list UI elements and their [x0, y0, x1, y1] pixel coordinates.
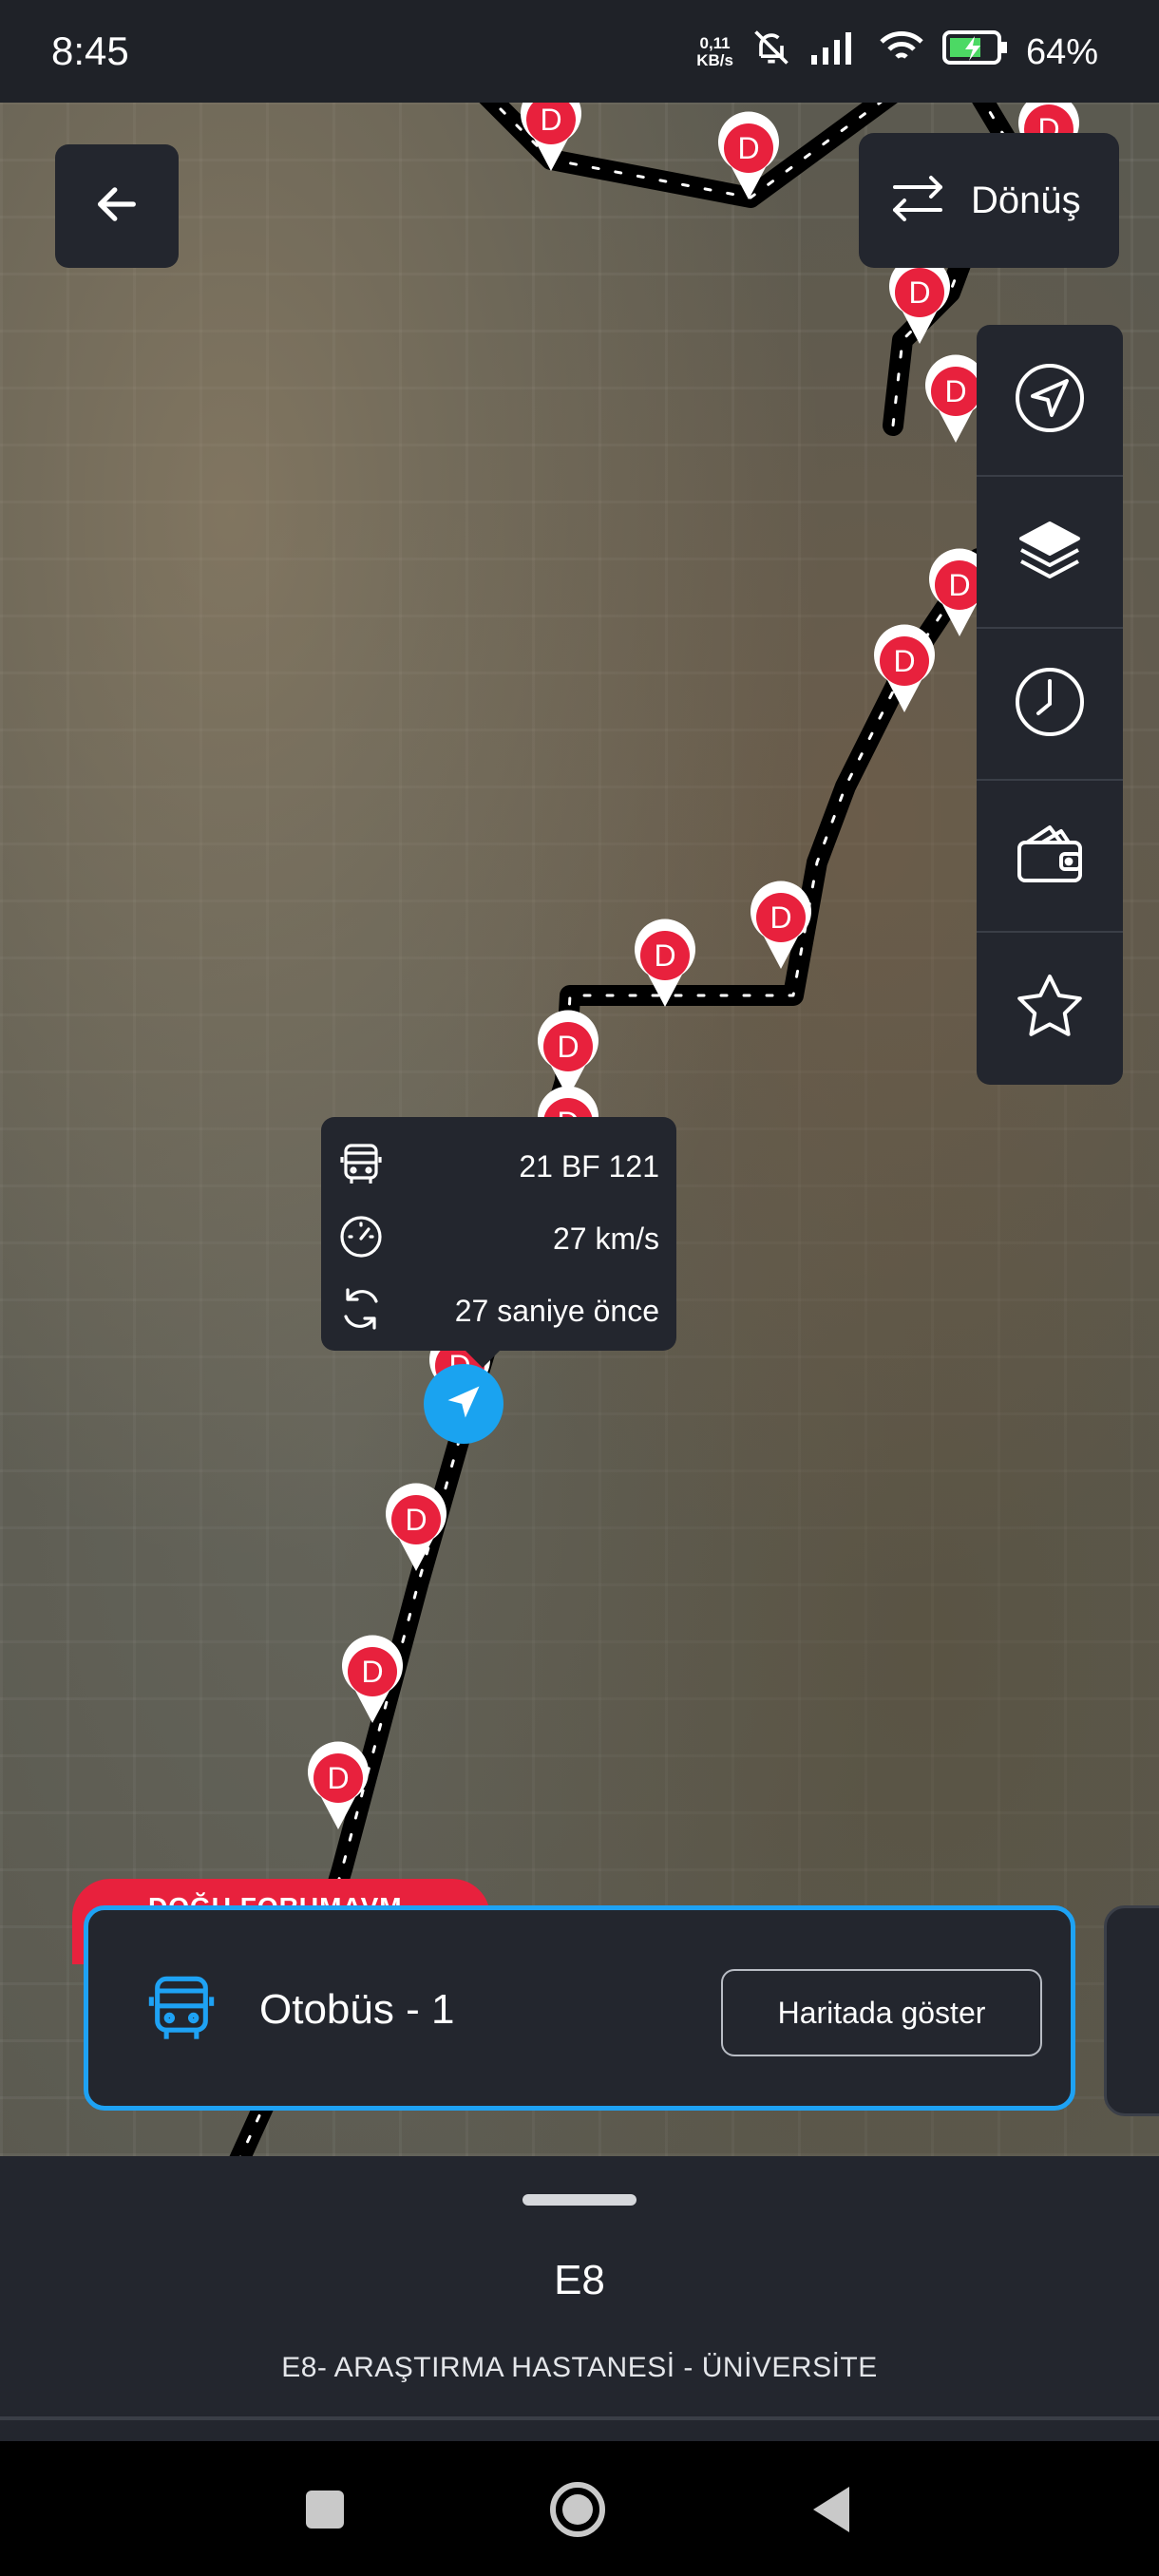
direction-label: Dönüş — [971, 179, 1081, 221]
vehicle-updated-row: 27 saniye önce — [338, 1275, 659, 1347]
route-code: E8 — [554, 2257, 605, 2303]
bus-icon — [338, 1142, 384, 1192]
schedule-button[interactable] — [977, 629, 1123, 781]
svg-text:D: D — [908, 275, 930, 310]
svg-text:D: D — [557, 1030, 579, 1064]
navigation-arrow-icon — [443, 1381, 484, 1428]
bus-stop-marker[interactable]: D — [386, 1483, 446, 1571]
star-icon — [1012, 969, 1088, 1050]
show-on-map-button[interactable]: Haritada göster — [721, 1969, 1042, 2056]
network-speed: 0,11 KB/s — [696, 34, 733, 69]
vehicle-plate: 21 BF 121 — [519, 1148, 659, 1184]
swap-arrows-icon — [889, 172, 946, 230]
locate-button[interactable] — [977, 325, 1123, 477]
arrow-left-icon — [92, 180, 142, 234]
battery-icon — [941, 30, 1009, 74]
favorite-button[interactable] — [977, 933, 1123, 1085]
svg-text:D: D — [540, 103, 561, 137]
route-name: E8- ARAŞTIRMA HASTANESİ - ÜNİVERSİTE — [281, 2352, 878, 2383]
back-button[interactable] — [55, 144, 179, 268]
battery-percent: 64% — [1025, 31, 1098, 72]
route-bottom-sheet[interactable]: E8 E8- ARAŞTIRMA HASTANESİ - ÜNİVERSİTE — [0, 2156, 1159, 2441]
bus-location-marker[interactable] — [424, 1364, 504, 1444]
refresh-icon — [338, 1286, 384, 1336]
layers-button[interactable] — [977, 477, 1123, 629]
signal-icon — [809, 28, 861, 76]
clock-icon — [1012, 664, 1088, 745]
vehicle-speed: 27 km/s — [552, 1221, 659, 1256]
svg-text:D: D — [737, 131, 759, 165]
svg-text:D: D — [654, 938, 675, 973]
svg-text:D: D — [944, 374, 966, 408]
svg-text:D: D — [770, 900, 791, 935]
map-tools-panel — [977, 325, 1123, 1085]
next-vehicle-card[interactable] — [1104, 1905, 1159, 2116]
svg-text:D: D — [948, 568, 970, 602]
back-nav-button[interactable] — [809, 2485, 853, 2539]
speedometer-icon — [338, 1214, 384, 1264]
divider — [0, 2416, 1159, 2420]
vehicle-info-popup: 21 BF 121 27 km/s 27 saniye önce — [321, 1117, 676, 1368]
layers-icon — [1014, 514, 1086, 591]
svg-text:D: D — [327, 1761, 349, 1795]
vehicle-card-title: Otobüs - 1 — [259, 1986, 455, 2033]
wallet-button[interactable] — [977, 781, 1123, 933]
vehicle-plate-row: 21 BF 121 — [338, 1130, 659, 1203]
home-button[interactable] — [547, 2479, 608, 2545]
svg-text:D: D — [361, 1655, 383, 1689]
vehicle-speed-row: 27 km/s — [338, 1203, 659, 1275]
bus-icon — [145, 1973, 218, 2050]
mute-icon — [750, 27, 792, 78]
vehicle-last-update: 27 saniye önce — [454, 1293, 659, 1328]
sheet-drag-handle[interactable] — [522, 2194, 636, 2206]
system-navigation-bar — [0, 2441, 1159, 2576]
svg-text:D: D — [893, 644, 915, 678]
status-icons: 0,11 KB/s 64% — [696, 27, 1098, 78]
bus-stop-marker[interactable]: D — [537, 1010, 598, 1098]
wallet-icon — [1012, 816, 1088, 897]
navigation-arrow-icon — [1012, 360, 1088, 441]
status-bar: 8:45 0,11 KB/s 64% — [0, 0, 1159, 103]
vehicle-card[interactable]: Otobüs - 1 Haritada göster — [84, 1905, 1075, 2111]
wifi-icon — [878, 28, 925, 76]
direction-toggle-button[interactable]: Dönüş — [859, 133, 1119, 268]
status-time: 8:45 — [51, 28, 129, 73]
recents-button[interactable] — [304, 2489, 346, 2535]
svg-text:D: D — [405, 1503, 427, 1537]
